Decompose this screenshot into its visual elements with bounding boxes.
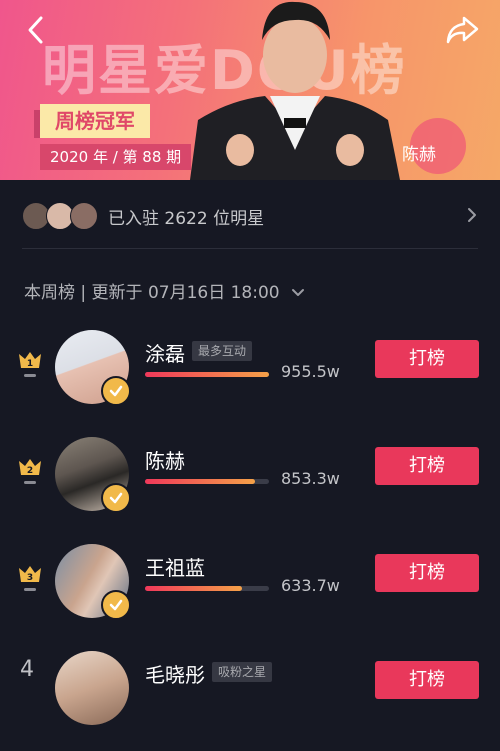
star-name: 涂磊 xyxy=(145,342,185,366)
separator: | xyxy=(75,283,92,303)
star-name: 陈赫 xyxy=(145,449,185,473)
check-badge-icon xyxy=(101,376,131,406)
joined-count-text: 已入驻 2622 位明星 xyxy=(108,209,265,229)
back-icon[interactable] xyxy=(22,14,52,46)
score: 633.7w xyxy=(281,576,340,595)
weekly-champion-ribbon: 周榜冠军 xyxy=(34,104,150,138)
share-icon[interactable] xyxy=(444,14,480,46)
period-label: 2020 年 / 第 88 期 xyxy=(40,144,192,170)
update-time: 更新于 07月16日 18:00 xyxy=(91,283,280,303)
star-name: 王祖蓝 xyxy=(145,556,205,580)
joined-stars-row[interactable]: 已入驻 2622 位明星 xyxy=(0,182,500,248)
rank-number: 3 xyxy=(27,573,33,583)
ranking-item-1[interactable]: 1 涂磊 最多互动 955.5w 打榜 xyxy=(0,330,500,430)
progress-bar xyxy=(145,586,269,591)
progress-fill xyxy=(145,372,269,377)
vote-button[interactable]: 打榜 xyxy=(375,554,479,592)
winner-name: 陈赫 xyxy=(402,145,436,165)
avatar[interactable] xyxy=(55,544,131,620)
progress-fill xyxy=(145,586,242,591)
rank-number: 1 xyxy=(27,359,33,369)
chevron-down-icon xyxy=(292,289,305,296)
crown-icon: 2 xyxy=(19,459,41,476)
avatar[interactable] xyxy=(55,330,131,406)
score: 853.3w xyxy=(281,469,340,488)
rank-number: 2 xyxy=(27,466,33,476)
rank-change-icon xyxy=(24,588,36,591)
tag-badge: 吸粉之星 xyxy=(212,662,273,682)
weekly-label: 本周榜 xyxy=(24,283,75,303)
rank-change-icon xyxy=(24,481,36,484)
vote-button[interactable]: 打榜 xyxy=(375,661,479,699)
update-selector[interactable]: 本周榜 | 更新于 07月16日 18:00 xyxy=(24,278,305,303)
rank-number: 4 xyxy=(20,657,34,682)
ranking-item-3[interactable]: 3 王祖蓝 633.7w 打榜 xyxy=(0,544,500,644)
avatar xyxy=(70,202,98,230)
score: 955.5w xyxy=(281,362,340,381)
vote-button[interactable]: 打榜 xyxy=(375,340,479,378)
ranking-item-2[interactable]: 2 陈赫 853.3w 打榜 xyxy=(0,437,500,537)
progress-bar xyxy=(145,372,269,377)
progress-bar xyxy=(145,479,269,484)
avatar[interactable] xyxy=(55,651,129,725)
check-badge-icon xyxy=(101,590,131,620)
avatar[interactable] xyxy=(55,437,131,513)
crown-icon: 3 xyxy=(19,566,41,583)
rank-change-icon xyxy=(24,374,36,377)
divider xyxy=(22,248,478,249)
tag-badge: 最多互动 xyxy=(192,341,253,361)
check-badge-icon xyxy=(101,483,131,513)
winner-photo xyxy=(190,1,400,180)
star-avatars xyxy=(22,202,98,230)
hero-banner: 明星爱DOU榜 陈赫 周榜冠军 2020 年 / 第 88 期 xyxy=(0,0,500,180)
ranking-item-4[interactable]: 4 毛晓彤 吸粉之星 打榜 xyxy=(0,651,500,751)
progress-fill xyxy=(145,479,256,484)
vote-button[interactable]: 打榜 xyxy=(375,447,479,485)
chevron-right-icon xyxy=(468,208,476,222)
crown-icon: 1 xyxy=(19,352,41,369)
